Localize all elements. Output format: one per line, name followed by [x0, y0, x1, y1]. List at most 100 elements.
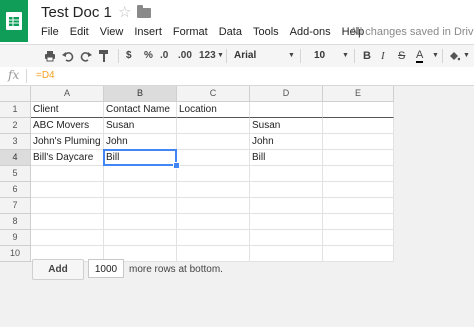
formula-input[interactable]: =D4	[36, 70, 55, 81]
folder-icon[interactable]	[137, 5, 151, 18]
cell-e9[interactable]	[323, 230, 394, 246]
row-header-7[interactable]: 7	[0, 198, 31, 214]
cell-a9[interactable]	[31, 230, 104, 246]
menu-tools[interactable]: Tools	[253, 26, 279, 40]
text-color-button[interactable]: A	[416, 49, 424, 63]
cell-a6[interactable]	[31, 182, 104, 198]
cell-c1[interactable]: Location	[177, 102, 250, 118]
row-header-3[interactable]: 3	[0, 134, 31, 150]
cell-d5[interactable]	[250, 166, 323, 182]
app-header: Test Doc 1 ☆ File Edit View Insert Forma…	[0, 0, 474, 44]
menu-data[interactable]: Data	[219, 26, 242, 40]
cell-b1[interactable]: Contact Name	[104, 102, 177, 118]
cell-e8[interactable]	[323, 214, 394, 230]
cell-b5[interactable]	[104, 166, 177, 182]
cell-c8[interactable]	[177, 214, 250, 230]
column-header-a[interactable]: A	[31, 86, 104, 102]
cell-d8[interactable]	[250, 214, 323, 230]
select-all-corner[interactable]	[0, 86, 31, 102]
cell-a7[interactable]	[31, 198, 104, 214]
cell-b3[interactable]: John	[104, 134, 177, 150]
cell-a5[interactable]	[31, 166, 104, 182]
currency-format-button[interactable]: $	[126, 49, 132, 63]
cell-b6[interactable]	[104, 182, 177, 198]
cell-e3[interactable]	[323, 134, 394, 150]
document-title[interactable]: Test Doc 1	[41, 4, 112, 21]
cell-e1[interactable]	[323, 102, 394, 118]
cell-d6[interactable]	[250, 182, 323, 198]
fill-handle[interactable]	[173, 162, 180, 169]
cell-b2[interactable]: Susan	[104, 118, 177, 134]
italic-button[interactable]: I	[381, 49, 385, 63]
cell-e2[interactable]	[323, 118, 394, 134]
cell-b7[interactable]	[104, 198, 177, 214]
menu-edit[interactable]: Edit	[70, 26, 89, 40]
menu-insert[interactable]: Insert	[134, 26, 162, 40]
increase-decimals-button[interactable]: .00	[178, 49, 192, 63]
cell-c2[interactable]	[177, 118, 250, 134]
row-header-6[interactable]: 6	[0, 182, 31, 198]
cell-e4[interactable]	[323, 150, 394, 166]
cell-c7[interactable]	[177, 198, 250, 214]
cell-d1[interactable]	[250, 102, 323, 118]
row-header-1[interactable]: 1	[0, 102, 31, 118]
row-header-4[interactable]: 4	[0, 150, 31, 166]
cell-e6[interactable]	[323, 182, 394, 198]
percent-format-button[interactable]: %	[144, 49, 153, 63]
paint-format-icon[interactable]	[98, 49, 110, 63]
menu-addons[interactable]: Add-ons	[290, 26, 331, 40]
row-header-5[interactable]: 5	[0, 166, 31, 182]
cell-d2[interactable]: Susan	[250, 118, 323, 134]
cell-a8[interactable]	[31, 214, 104, 230]
cell-e10[interactable]	[323, 246, 394, 262]
column-header-e[interactable]: E	[323, 86, 394, 102]
formula-bar: fx =D4	[0, 67, 474, 86]
cell-a1[interactable]: Client	[31, 102, 104, 118]
redo-icon[interactable]	[80, 50, 92, 62]
star-icon[interactable]: ☆	[118, 3, 131, 21]
cell-c6[interactable]	[177, 182, 250, 198]
cell-a3[interactable]: John's Pluming	[31, 134, 104, 150]
add-rows-button[interactable]: Add	[32, 259, 84, 280]
menu-view[interactable]: View	[100, 26, 124, 40]
cell-d10[interactable]	[250, 246, 323, 262]
decrease-decimals-button[interactable]: .0	[160, 49, 168, 63]
row-header-10[interactable]: 10	[0, 246, 31, 262]
print-icon[interactable]	[44, 50, 56, 62]
strikethrough-button[interactable]: S	[398, 49, 405, 63]
cell-c9[interactable]	[177, 230, 250, 246]
chevron-down-icon: ▼	[217, 52, 224, 59]
cell-c5[interactable]	[177, 166, 250, 182]
font-family-dropdown[interactable]: Arial	[234, 49, 256, 63]
column-header-c[interactable]: C	[177, 86, 250, 102]
cell-c3[interactable]	[177, 134, 250, 150]
cell-a4[interactable]: Bill's Daycare	[31, 150, 104, 166]
column-header-d[interactable]: D	[250, 86, 323, 102]
chevron-down-icon: ▼	[463, 52, 470, 59]
cell-e5[interactable]	[323, 166, 394, 182]
font-size-dropdown[interactable]: 10	[314, 49, 325, 63]
row-header-9[interactable]: 9	[0, 230, 31, 246]
cell-b9[interactable]	[104, 230, 177, 246]
column-header-b[interactable]: B	[104, 86, 177, 102]
fill-color-icon[interactable]	[448, 50, 460, 62]
cell-b8[interactable]	[104, 214, 177, 230]
save-status[interactable]: All changes saved in Drive	[350, 26, 474, 38]
more-formats-dropdown[interactable]: 123	[199, 49, 216, 63]
bold-button[interactable]: B	[363, 49, 371, 63]
cell-c4[interactable]	[177, 150, 250, 166]
cell-a2[interactable]: ABC Movers	[31, 118, 104, 134]
cell-d9[interactable]	[250, 230, 323, 246]
cell-c10[interactable]	[177, 246, 250, 262]
rows-count-input[interactable]: 1000	[88, 259, 124, 278]
menu-format[interactable]: Format	[173, 26, 208, 40]
sheets-logo-icon[interactable]	[0, 0, 28, 42]
cell-d7[interactable]	[250, 198, 323, 214]
cell-d4[interactable]: Bill	[250, 150, 323, 166]
cell-d3[interactable]: John	[250, 134, 323, 150]
row-header-8[interactable]: 8	[0, 214, 31, 230]
cell-e7[interactable]	[323, 198, 394, 214]
menu-file[interactable]: File	[41, 26, 59, 40]
row-header-2[interactable]: 2	[0, 118, 31, 134]
undo-icon[interactable]	[62, 50, 74, 62]
